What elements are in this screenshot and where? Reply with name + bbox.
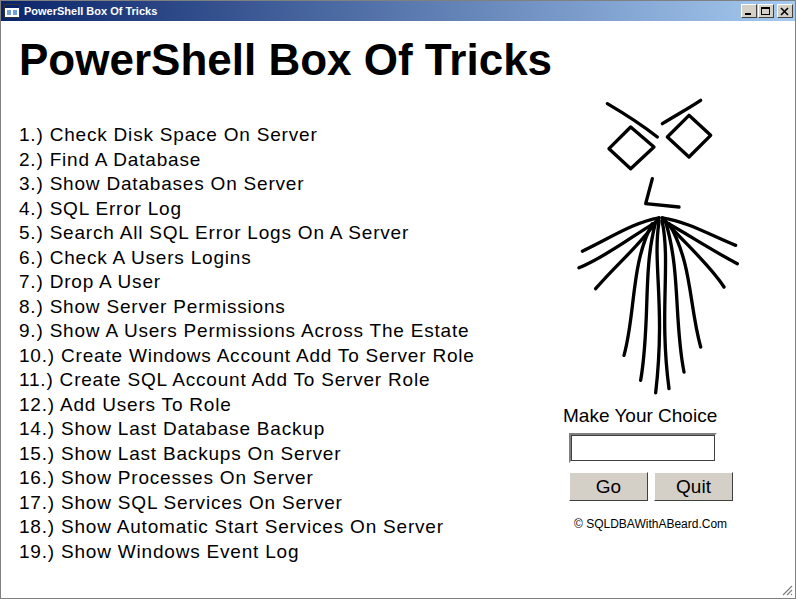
form-body: PowerShell Box Of Tricks1.) Check Disk S… bbox=[1, 21, 795, 598]
button-1[interactable]: Quit bbox=[654, 472, 733, 501]
menu-item: 2.) Find A Database bbox=[19, 148, 543, 173]
close-button[interactable] bbox=[777, 4, 793, 18]
menu-item: 4.) SQL Error Log bbox=[19, 197, 543, 222]
maximize-icon bbox=[761, 7, 771, 16]
menu-item: 18.) Show Automatic Start Services On Se… bbox=[19, 515, 543, 540]
choice-input[interactable] bbox=[569, 433, 717, 463]
menu-item: 7.) Drop A User bbox=[19, 270, 543, 295]
resize-grip-icon[interactable] bbox=[781, 584, 793, 596]
minimize-button[interactable] bbox=[741, 4, 757, 18]
menu-item: 12.) Add Users To Role bbox=[19, 393, 543, 418]
menu-item: 11.) Create SQL Account Add To Server Ro… bbox=[19, 368, 543, 393]
menu-item: 3.) Show Databases On Server bbox=[19, 172, 543, 197]
app-window-icon bbox=[4, 4, 20, 18]
choice-label: Make Your Choice bbox=[563, 405, 717, 427]
menu-item: 17.) Show SQL Services On Server bbox=[19, 491, 543, 516]
maximize-button[interactable] bbox=[758, 4, 774, 18]
menu-item: 15.) Show Last Backups On Server bbox=[19, 442, 543, 467]
choice-panel: Make Your Choice GoQuit © SQLDBAWithABeard… bbox=[563, 405, 795, 531]
menu-item: 10.) Create Windows Account Add To Serve… bbox=[19, 344, 543, 369]
menu-item: 16.) Show Processes On Server bbox=[19, 466, 543, 491]
heading: PowerShell Box Of Tricks bbox=[1, 21, 795, 91]
menu-item: 5.) Search All SQL Error Logs On A Serve… bbox=[19, 221, 543, 246]
menu-item: 6.) Check A Users Logins bbox=[19, 246, 543, 271]
close-icon bbox=[780, 7, 790, 16]
window-title: PowerShell Box Of Tricks bbox=[24, 5, 157, 17]
app-window: PowerShell Box Of TricksPowerShell Box O… bbox=[0, 0, 796, 599]
minimize-icon bbox=[744, 7, 754, 16]
menu-item: 9.) Show A Users Permissions Across The … bbox=[19, 319, 543, 344]
menu-item: 14.) Show Last Database Backup bbox=[19, 417, 543, 442]
menu-item: 8.) Show Server Permissions bbox=[19, 295, 543, 320]
menu-list: 1.) Check Disk Space On Server2.) Find A… bbox=[1, 91, 543, 598]
bearded-face-icon bbox=[571, 97, 747, 397]
menu-item: 1.) Check Disk Space On Server bbox=[19, 123, 543, 148]
title-bar: PowerShell Box Of Tricks bbox=[1, 1, 795, 21]
button-0[interactable]: Go bbox=[569, 472, 648, 501]
copyright: © SQLDBAWithABeard.Com bbox=[574, 517, 727, 531]
menu-item: 19.) Show Windows Event Log bbox=[19, 540, 543, 565]
